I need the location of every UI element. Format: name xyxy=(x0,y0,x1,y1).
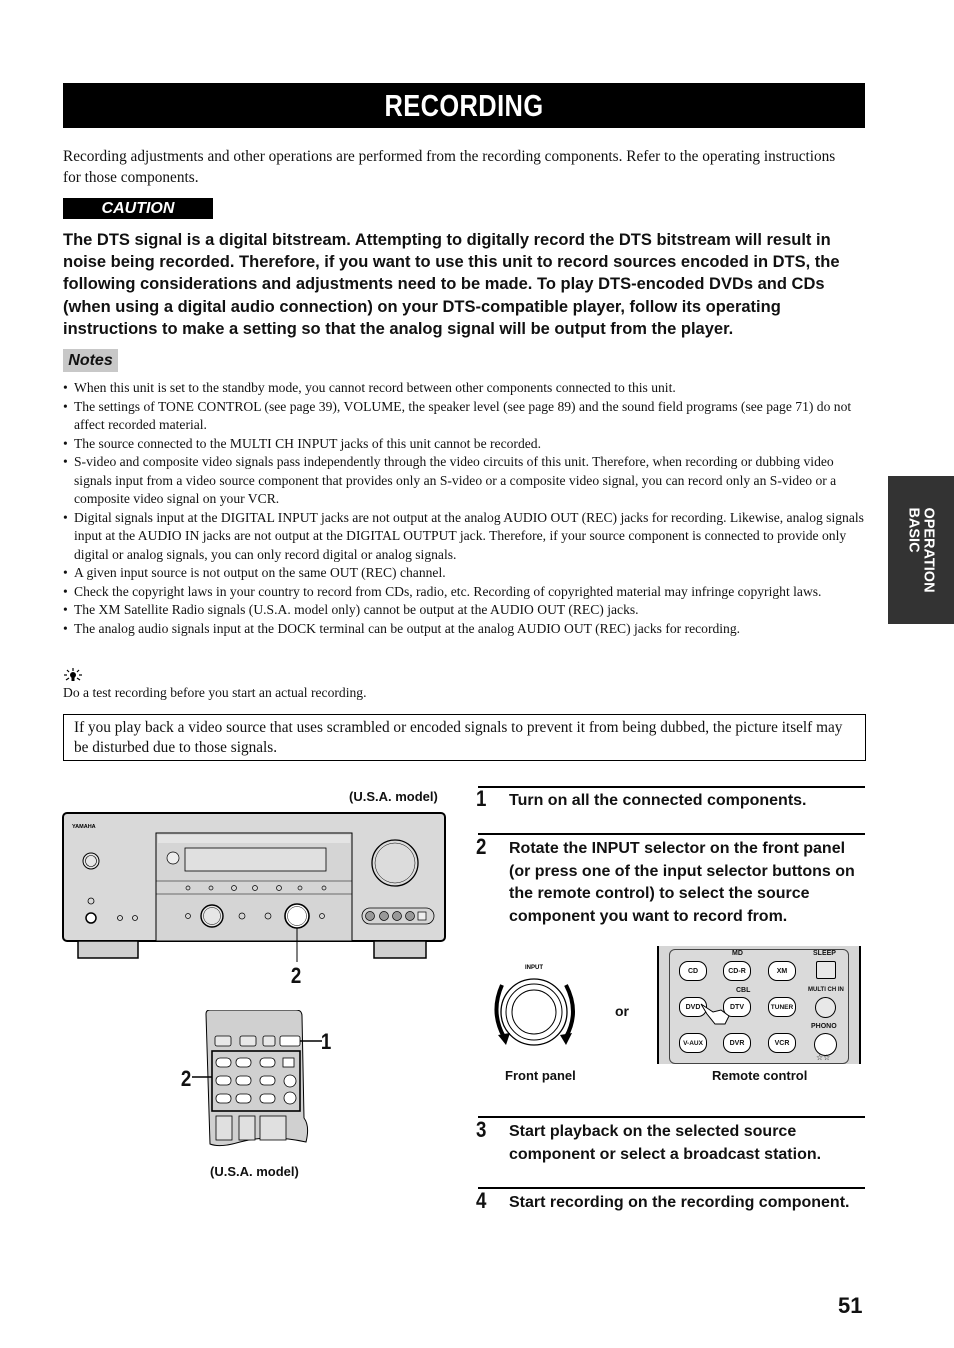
page-title: RECORDING xyxy=(384,87,544,123)
intro-paragraph: Recording adjustments and other operatio… xyxy=(63,148,836,186)
note-item: The XM Satellite Radio signals (U.S.A. m… xyxy=(63,601,865,620)
receiver-foot-left xyxy=(77,940,139,959)
cbl-label: CBL xyxy=(736,987,751,994)
step-3-number: 3 xyxy=(476,1117,487,1142)
note-item: The source connected to the MULTI CH INP… xyxy=(63,435,865,454)
sleep-label: SLEEP xyxy=(813,950,836,957)
step-4-rule xyxy=(478,1187,865,1189)
section-tab-line-1: BASIC xyxy=(906,507,922,553)
remote-button-v-aux[interactable]: V-AUX xyxy=(679,1033,707,1053)
receiver-foot-right xyxy=(373,940,427,959)
notes-list: When this unit is set to the standby mod… xyxy=(63,379,865,638)
caution-label: CAUTION xyxy=(63,198,213,219)
step-4-text: Start recording on the recording compone… xyxy=(509,1194,850,1211)
step-1-rule xyxy=(478,786,865,788)
boxed-note: If you play back a video source that use… xyxy=(63,714,866,761)
remote-button-vcr[interactable]: VCR xyxy=(768,1033,796,1053)
remote-button-multi-ch-in[interactable] xyxy=(815,997,836,1018)
stars-label: ☆☆ xyxy=(816,1053,831,1062)
step-2-number: 2 xyxy=(476,834,487,859)
remote-button-dvr[interactable]: DVR xyxy=(723,1033,751,1053)
lightbulb-icon xyxy=(64,668,82,681)
note-item: Check the copyright laws in your country… xyxy=(63,583,865,602)
remote-button-cd[interactable]: CD xyxy=(679,961,707,981)
md-label: MD xyxy=(732,950,743,957)
caution-text: The DTS signal is a digital bitstream. A… xyxy=(63,231,840,338)
remote-callout-step-2: 2 xyxy=(180,1066,192,1091)
remote-control-closeup: MD SLEEP CBL MULTI CH IN PHONO CD CD-R X… xyxy=(657,946,861,1064)
remote-control-illustration xyxy=(192,1010,322,1147)
note-item: Digital signals input at the DIGITAL INP… xyxy=(63,509,865,565)
remote-model-label: (U.S.A. model) xyxy=(210,1164,299,1179)
step-2-rule xyxy=(478,833,865,835)
display-window xyxy=(184,847,327,872)
receiver-front-panel-illustration: YAMAHA xyxy=(62,812,446,962)
section-tab-label: OPERATION BASIC xyxy=(906,507,937,593)
remote-control-caption: Remote control xyxy=(712,1068,808,1083)
page-title-bar: RECORDING xyxy=(63,83,865,128)
step-1-number: 1 xyxy=(476,786,487,811)
front-panel-caption: Front panel xyxy=(505,1068,576,1083)
step-4-number: 4 xyxy=(476,1188,487,1213)
remote-button-xm[interactable]: XM xyxy=(768,961,796,981)
step-3-rule xyxy=(478,1116,865,1118)
note-item: When this unit is set to the standby mod… xyxy=(63,379,865,398)
volume-knob xyxy=(371,839,419,887)
section-tab[interactable]: OPERATION BASIC xyxy=(888,476,954,624)
remote-button-tuner[interactable]: TUNER xyxy=(768,997,796,1017)
section-tab-line-2: OPERATION xyxy=(921,507,937,593)
multi-ch-in-label: MULTI CH IN xyxy=(808,987,844,993)
step-2-text: Rotate the INPUT selector on the front p… xyxy=(509,840,855,925)
receiver-model-label: (U.S.A. model) xyxy=(349,789,438,804)
remote-button-cd-r[interactable]: CD-R xyxy=(723,961,751,981)
remote-callout-step-1: 1 xyxy=(320,1029,332,1054)
step-1-text: Turn on all the connected components. xyxy=(509,792,807,809)
notes-label: Notes xyxy=(63,349,118,372)
phono-label: PHONO xyxy=(811,1023,837,1030)
receiver-callout-step-2: 2 xyxy=(290,963,302,988)
brand-logo: YAMAHA xyxy=(72,824,96,830)
page-number: 51 xyxy=(838,1293,863,1318)
or-label: or xyxy=(615,1003,629,1019)
remote-button-sleep[interactable] xyxy=(816,961,836,979)
note-item: The analog audio signals input at the DO… xyxy=(63,620,865,639)
note-item: S-video and composite video signals pass… xyxy=(63,453,865,509)
hint-text: Do a test recording before you start an … xyxy=(63,685,367,700)
note-item: A given input source is not output on th… xyxy=(63,564,865,583)
note-item: The settings of TONE CONTROL (see page 3… xyxy=(63,398,865,435)
input-knob-label: INPUT xyxy=(525,965,543,971)
pointing-hand-icon xyxy=(700,1003,730,1025)
program-knob xyxy=(200,904,224,928)
step-3-text: Start playback on the selected source co… xyxy=(509,1123,822,1163)
input-knob-illustration: INPUT xyxy=(494,965,575,1046)
